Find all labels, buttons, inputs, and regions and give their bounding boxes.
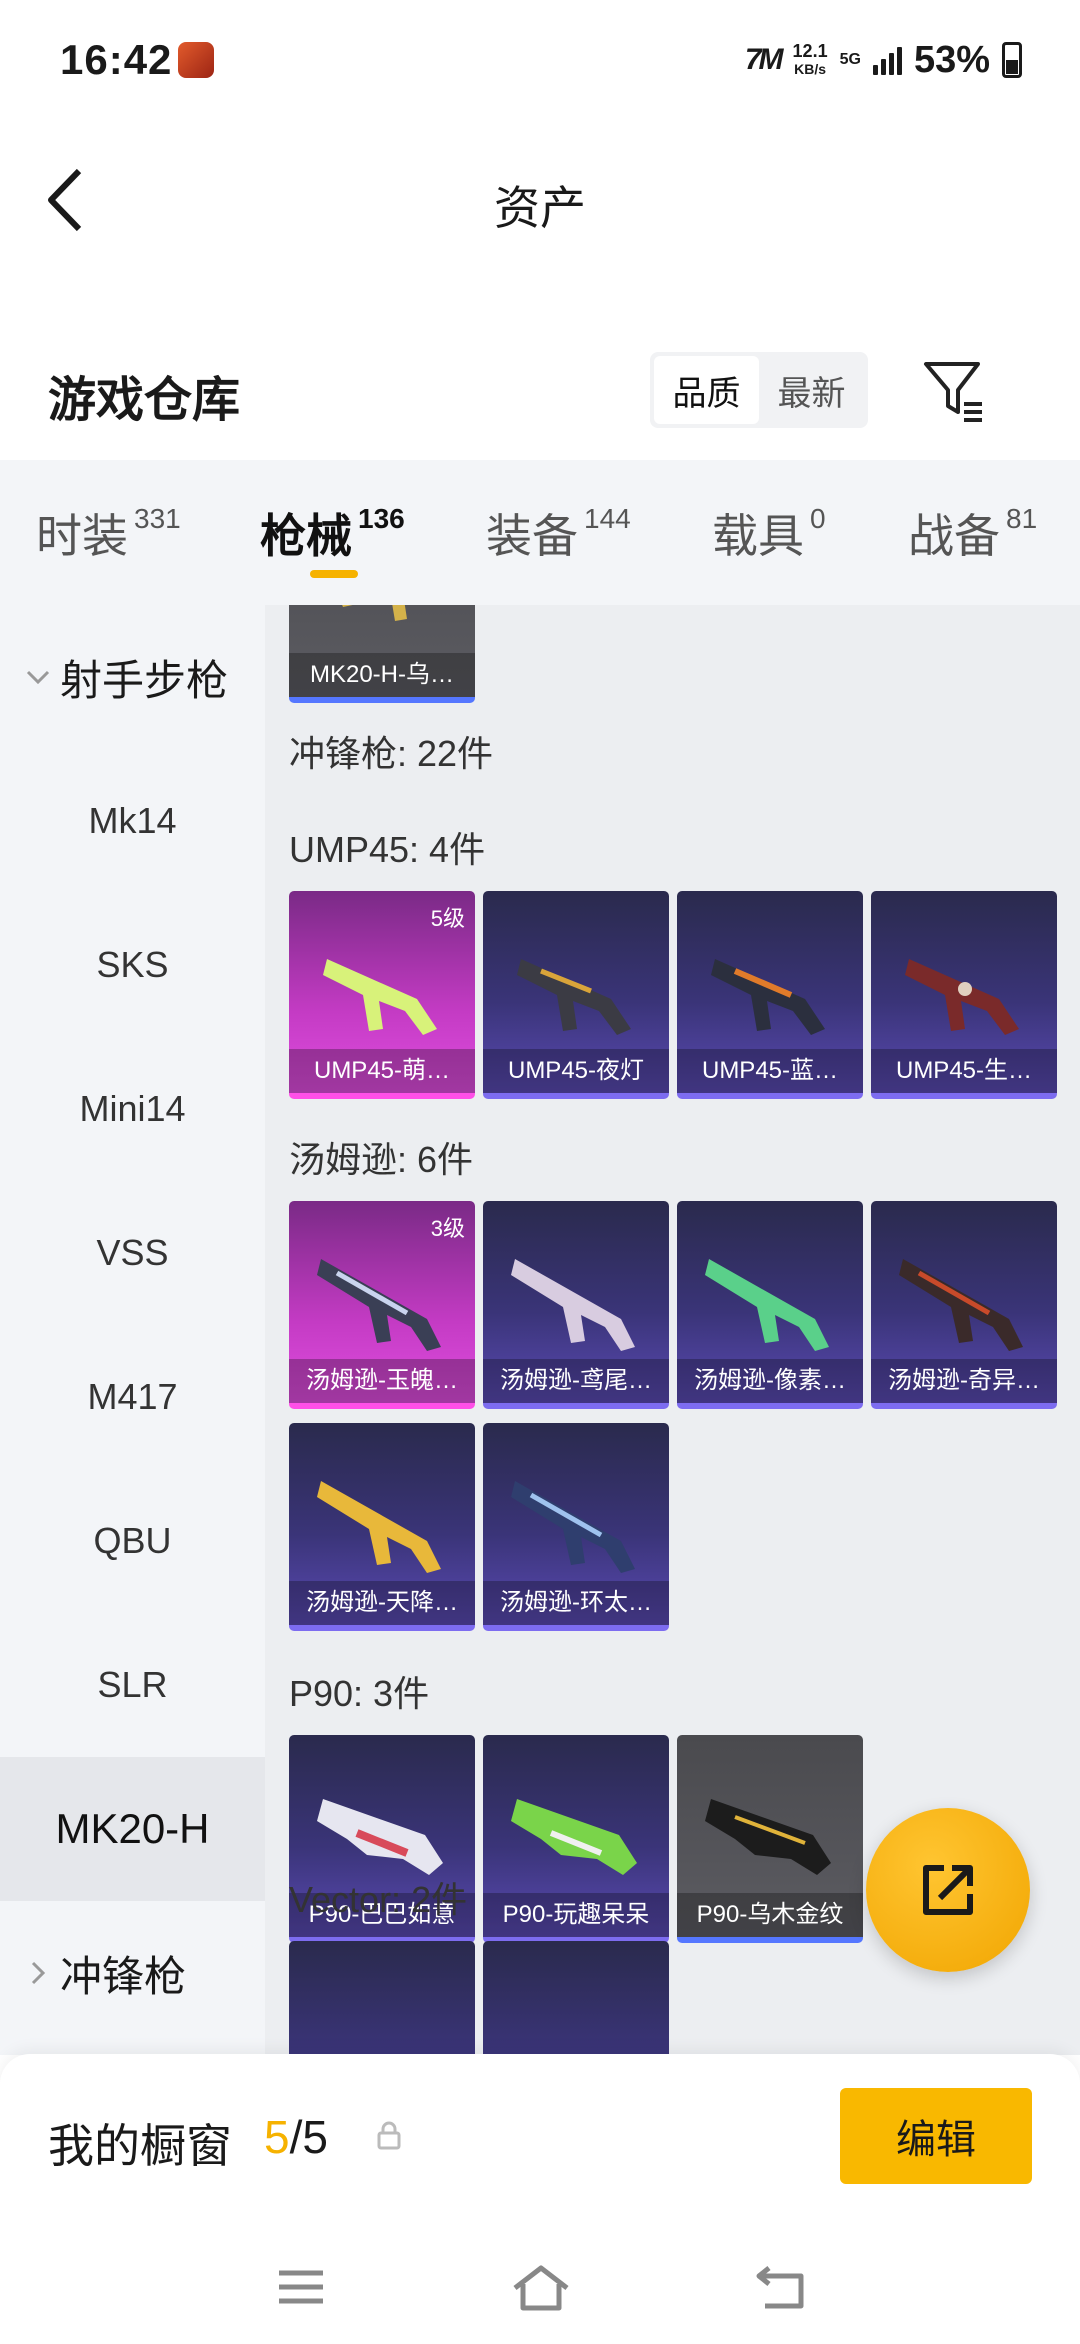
smg-icon [317, 1481, 441, 1573]
weapon-card[interactable]: P90-乌木金纹 [677, 1735, 863, 1943]
game-app-icon [178, 42, 214, 78]
share-button[interactable] [866, 1808, 1030, 1972]
tab-guns[interactable]: 枪械 136 [260, 460, 405, 605]
weapon-card[interactable]: UMP45-蓝… [677, 891, 863, 1099]
weapon-card[interactable]: 汤姆逊-天降… [289, 1423, 475, 1631]
back-nav-button[interactable] [746, 2252, 816, 2322]
showcase-count: 5/5 [264, 2111, 328, 2163]
weapon-card[interactable] [483, 1941, 669, 2055]
status-icons: 7M 12.1 KB/s 5G 53% [745, 38, 1022, 82]
section-label-thompson: 汤姆逊: 6件 [289, 1139, 474, 1180]
warehouse-title: 游戏仓库 [48, 374, 241, 427]
page-title: 资产 [494, 182, 586, 234]
weapon-card[interactable]: 汤姆逊-环太… [483, 1423, 669, 1631]
clock: 16:42 [60, 36, 173, 83]
weapon-card[interactable]: 汤姆逊-奇异… [871, 1201, 1057, 1409]
section-label-p90: P90: 3件 [289, 1673, 430, 1714]
sidebar-group-marksman[interactable]: 射手步枪 [0, 605, 265, 749]
sidebar-item-mk14[interactable]: Mk14 [0, 749, 265, 893]
battery-percent: 53% [913, 38, 990, 81]
battery-icon [1002, 42, 1022, 78]
smg-icon [511, 1259, 635, 1351]
smg-icon [899, 1259, 1023, 1351]
weapon-type-sidebar: 射手步枪 Mk14 SKS Mini14 VSS M417 QBU SLR MK… [0, 605, 265, 2055]
tab-supplies[interactable]: 战备 81 [908, 460, 1037, 605]
category-tabs: 时装 331 枪械 136 装备 144 载具 0 战备 81 [0, 460, 1080, 605]
status-bar: 16:42 7M 12.1 KB/s 5G 53% [0, 0, 1080, 120]
system-nav-bar [0, 2232, 1080, 2344]
weapon-card[interactable]: 汤姆逊-像素… [677, 1201, 863, 1409]
lock-icon [377, 2121, 401, 2150]
sidebar-group-smg[interactable]: 冲锋枪 [0, 1901, 265, 2045]
edit-button[interactable]: 编辑 [840, 2088, 1032, 2184]
return-icon [756, 2266, 804, 2309]
title-bar: 资产 [0, 120, 1080, 280]
p90-icon [705, 1799, 831, 1875]
sidebar-item-mini14[interactable]: Mini14 [0, 1037, 265, 1181]
weapon-card[interactable]: P90-玩趣呆呆 [483, 1735, 669, 1943]
p90-icon [511, 1799, 637, 1875]
warehouse-header: 游戏仓库 品质 最新 [0, 330, 1080, 460]
chevron-right-icon [31, 1961, 46, 1985]
sidebar-item-slr[interactable]: SLR [0, 1613, 265, 1757]
weapon-card[interactable]: 汤姆逊-鸢尾… [483, 1201, 669, 1409]
filter-icon [924, 362, 982, 422]
sort-quality[interactable]: 品质 [654, 356, 759, 424]
weapon-card[interactable] [289, 1941, 475, 2055]
chevron-down-icon [26, 670, 50, 685]
sort-newest[interactable]: 最新 [759, 356, 864, 424]
section-label-ump45: UMP45: 4件 [289, 829, 486, 870]
filter-button[interactable] [920, 356, 990, 426]
home-button[interactable] [506, 2252, 576, 2322]
weapon-card[interactable]: UMP45-夜灯 [483, 891, 669, 1099]
sidebar-item-vss[interactable]: VSS [0, 1181, 265, 1325]
weapon-card[interactable]: MK20-H-乌… [289, 605, 475, 703]
smg-icon [511, 1481, 635, 1573]
smg-icon [705, 1259, 829, 1351]
weapon-card[interactable]: UMP45-生… [871, 891, 1057, 1099]
network-speed: 12.1 KB/s [792, 41, 828, 77]
menu-icon [279, 2270, 323, 2304]
menu-button[interactable] [266, 2252, 336, 2322]
sidebar-item-sks[interactable]: SKS [0, 893, 265, 1037]
carrier-logo-icon: 7M [744, 43, 784, 76]
smg-header: 冲锋枪: 22件 [289, 733, 494, 774]
share-icon [923, 1865, 973, 1915]
weapon-card[interactable]: 5级 UMP45-萌… [289, 891, 475, 1099]
tab-fashion[interactable]: 时装 331 [36, 460, 181, 605]
signal-icon [872, 45, 902, 75]
network-type: 5G [839, 51, 861, 68]
tab-equipment[interactable]: 装备 144 [486, 460, 631, 605]
sort-toggle: 品质 最新 [650, 352, 868, 428]
smg-icon [905, 959, 1019, 1035]
smg-icon [317, 1259, 441, 1351]
sidebar-item-m417[interactable]: M417 [0, 1325, 265, 1469]
section-label-vector: Vector: 2件 [289, 1879, 468, 1920]
rifle-icon [342, 605, 407, 621]
weapon-card[interactable]: 3级 汤姆逊-玉魄… [289, 1201, 475, 1409]
sidebar-item-mk20h[interactable]: MK20-H [0, 1757, 265, 1901]
showcase-title: 我的橱窗 [48, 2120, 232, 2172]
smg-icon [323, 959, 437, 1035]
smg-icon [517, 959, 631, 1035]
tab-vehicles[interactable]: 载具 0 [712, 460, 826, 605]
sidebar-item-qbu[interactable]: QBU [0, 1469, 265, 1613]
home-icon [513, 2265, 569, 2311]
smg-icon [711, 959, 825, 1035]
